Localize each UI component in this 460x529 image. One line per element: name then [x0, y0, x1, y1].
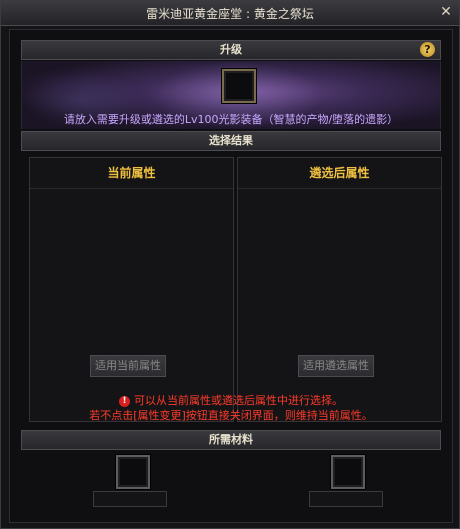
window-title: 雷米迪亚黄金座堂 : 黄金之祭坛: [146, 7, 314, 21]
selection-note-text: 可以从当前属性或遴选后属性中进行选择。: [134, 394, 343, 407]
close-icon[interactable]: ✕: [437, 3, 455, 21]
current-attributes-panel: 当前属性 适用当前属性: [29, 157, 234, 422]
materials-header-label: 所需材料: [209, 433, 253, 446]
result-header: 选择结果: [21, 131, 441, 151]
selected-attributes-title: 遴选后属性: [238, 158, 441, 189]
current-attributes-title: 当前属性: [30, 158, 233, 189]
keep-attribute-note: 若不点击[属性变更]按钮直接关闭界面，则维持当前属性。: [89, 409, 373, 422]
result-header-label: 选择结果: [209, 134, 253, 147]
material-slot[interactable]: [116, 455, 150, 489]
apply-current-button[interactable]: 适用当前属性: [90, 355, 166, 377]
altar-window: 雷米迪亚黄金座堂 : 黄金之祭坛 ✕ 升级 ? 请放入需要升级或遴选的Lv100…: [0, 0, 460, 529]
material-count-bar: [309, 491, 383, 507]
selected-attributes-panel: 遴选后属性 适用遴选属性: [237, 157, 442, 422]
equipment-slot[interactable]: [222, 69, 256, 103]
material-count-bar: [93, 491, 167, 507]
upgrade-header: 升级 ?: [21, 40, 441, 60]
title-bar[interactable]: 雷米迪亚黄金座堂 : 黄金之祭坛 ✕: [1, 1, 459, 26]
material-slot[interactable]: [331, 455, 365, 489]
help-icon[interactable]: ?: [420, 42, 435, 57]
selection-note: ! 可以从当前属性或遴选后属性中进行选择。: [21, 392, 441, 408]
upgrade-header-label: 升级: [220, 43, 242, 56]
warning-icon: !: [119, 395, 130, 407]
materials-header: 所需材料: [21, 430, 441, 450]
upgrade-instruction: 请放入需要升级或遴选的Lv100光影装备（智慧的产物/堕落的遗影）: [63, 113, 399, 126]
upgrade-banner: 请放入需要升级或遴选的Lv100光影装备（智慧的产物/堕落的遗影）: [21, 61, 441, 129]
apply-selected-button[interactable]: 适用遴选属性: [298, 355, 374, 377]
